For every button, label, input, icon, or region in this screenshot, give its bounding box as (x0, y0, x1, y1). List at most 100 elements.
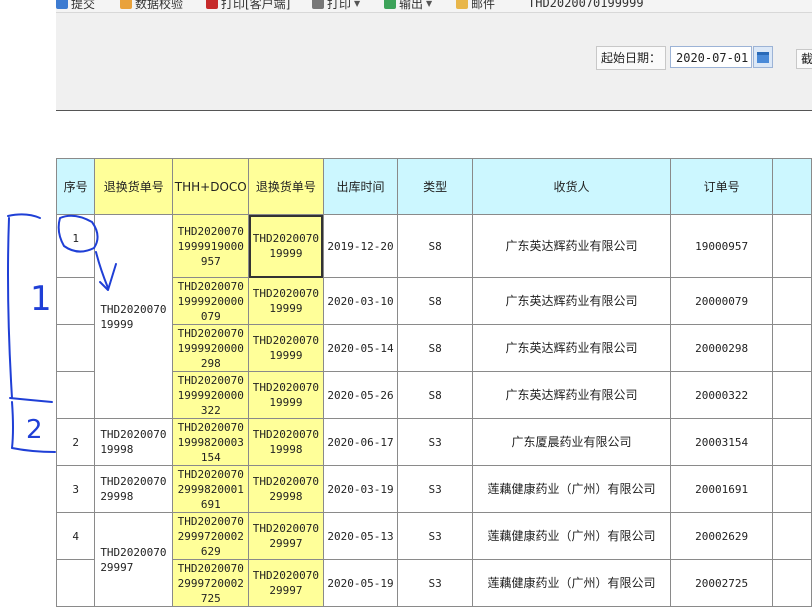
return-no-2-text: THD202007019999 (252, 334, 320, 362)
doco-cell[interactable]: THD20200701999919000957 (172, 214, 250, 278)
type-cell[interactable]: S8 (397, 214, 473, 278)
type-cell[interactable]: S8 (397, 324, 473, 372)
col-header-receiver[interactable]: 收货人 (471, 158, 672, 215)
seq-cell[interactable] (56, 324, 96, 372)
col-header-return-no-2[interactable]: 退换货单号 (248, 158, 324, 215)
chevron-down-icon: ▼ (426, 0, 433, 8)
return-no-cell[interactable]: THD202007019998 (94, 418, 174, 466)
end-date-label: 截 (796, 49, 812, 69)
ship-time-cell[interactable]: 2020-06-17 (322, 418, 399, 466)
order-no-cell[interactable]: 20000322 (670, 371, 773, 419)
extra-cell (771, 277, 812, 325)
print-client-button[interactable]: 打印[客户端] (206, 0, 290, 12)
annotation-mark-1: 1 (30, 279, 52, 319)
seq-cell[interactable]: 4 (56, 512, 96, 560)
seq-cell[interactable] (56, 277, 96, 325)
return-no-2-cell[interactable]: THD202007029997 (248, 559, 324, 607)
submit-button[interactable]: 提交 (56, 0, 95, 12)
ship-time-cell[interactable]: 2020-05-26 (322, 371, 399, 419)
ship-time-cell[interactable]: 2020-03-10 (322, 277, 399, 325)
doco-text: THD20200701999820003154 (177, 420, 244, 464)
receiver-cell[interactable]: 莲藕健康药业（广州）有限公司 (471, 465, 672, 513)
ship-time-cell[interactable]: 2020-05-13 (322, 512, 399, 560)
return-no-cell[interactable]: THD202007029998 (94, 465, 174, 513)
doco-text: THD20200701999920000298 (177, 326, 244, 370)
doco-cell[interactable]: THD20200701999920000079 (172, 277, 250, 325)
type-cell[interactable]: S8 (397, 277, 473, 325)
doco-text: THD20200702999720002629 (177, 514, 244, 558)
return-no-2-text: THD202007029997 (252, 522, 320, 550)
return-no-2-text: THD202007019999 (252, 381, 320, 409)
col-header-return-no[interactable]: 退换货单号 (94, 158, 174, 215)
order-no-cell[interactable]: 19000957 (670, 214, 773, 278)
type-cell[interactable]: S3 (397, 418, 473, 466)
calendar-button[interactable] (753, 46, 773, 68)
return-no-cell[interactable]: THD202007029997 (94, 512, 174, 607)
order-no-cell[interactable]: 20002629 (670, 512, 773, 560)
ship-time-cell[interactable]: 2020-03-19 (322, 465, 399, 513)
type-cell[interactable]: S8 (397, 371, 473, 419)
col-header-seq[interactable]: 序号 (56, 158, 96, 215)
return-no-2-cell[interactable]: THD202007019998 (248, 418, 324, 466)
printer-icon (312, 0, 324, 9)
calendar-icon (757, 51, 769, 63)
return-no-2-cell[interactable]: THD202007019999 (248, 277, 324, 325)
doco-text: THD20200701999920000079 (177, 279, 244, 323)
col-header-order-no[interactable]: 订单号 (670, 158, 773, 215)
receiver-cell[interactable]: 广东厦晨药业有限公司 (471, 418, 672, 466)
toolbar: 提交 数据校验 打印[客户端] 打印 ▼ 输出 ▼ 邮件 THD20200701… (56, 0, 812, 13)
receiver-cell[interactable]: 广东英达辉药业有限公司 (471, 214, 672, 278)
doco-cell[interactable]: THD20200702999720002725 (172, 559, 250, 607)
order-no-cell[interactable]: 20001691 (670, 465, 773, 513)
doco-cell[interactable]: THD20200701999920000322 (172, 371, 250, 419)
order-no-cell[interactable]: 20000079 (670, 277, 773, 325)
start-date-input[interactable]: 2020-07-01 (670, 46, 752, 68)
return-no-2-text: THD202007019999 (252, 232, 320, 260)
doco-cell[interactable]: THD20200701999820003154 (172, 418, 250, 466)
return-no-2-cell[interactable]: THD202007019999 (248, 371, 324, 419)
validate-button[interactable]: 数据校验 (120, 0, 183, 12)
start-date-label: 起始日期： (596, 46, 667, 70)
col-header-type[interactable]: 类型 (397, 158, 473, 215)
type-cell[interactable]: S3 (397, 465, 473, 513)
doco-cell[interactable]: THD20200701999920000298 (172, 324, 250, 372)
export-button[interactable]: 输出 ▼ (384, 0, 432, 12)
type-cell[interactable]: S3 (397, 559, 473, 607)
table-row: 3 THD202007029998 THD2020070299982000169… (56, 465, 812, 513)
order-no-cell[interactable]: 20002725 (670, 559, 773, 607)
col-header-thh-doco[interactable]: THH+DOCO (172, 158, 250, 215)
doco-text: THD20200702999820001691 (177, 467, 244, 511)
doco-cell[interactable]: THD20200702999820001691 (172, 465, 250, 513)
mail-button[interactable]: 邮件 (456, 0, 495, 12)
bracket-stroke (9, 397, 53, 403)
return-no-2-cell[interactable]: THD202007019999 (248, 324, 324, 372)
receiver-cell[interactable]: 莲藕健康药业（广州）有限公司 (471, 559, 672, 607)
col-header-ship-time[interactable]: 出库时间 (322, 158, 399, 215)
print-button[interactable]: 打印 ▼ (312, 0, 360, 12)
ship-time-cell[interactable]: 2020-05-19 (322, 559, 399, 607)
receiver-cell[interactable]: 广东英达辉药业有限公司 (471, 324, 672, 372)
ship-time-cell[interactable]: 2019-12-20 (322, 214, 399, 278)
extra-cell (771, 371, 812, 419)
return-no-2-cell[interactable]: THD202007029997 (248, 512, 324, 560)
header-row: 序号 退换货单号 THH+DOCO 退换货单号 出库时间 类型 收货人 订单号 (56, 158, 812, 215)
ship-time-cell[interactable]: 2020-05-14 (322, 324, 399, 372)
return-no-2-cell[interactable]: THD202007019999 (248, 214, 324, 278)
return-no-2-cell[interactable]: THD202007029998 (248, 465, 324, 513)
order-no-cell[interactable]: 20000298 (670, 324, 773, 372)
extra-cell (771, 512, 812, 560)
chevron-down-icon: ▼ (354, 0, 361, 8)
seq-cell[interactable]: 2 (56, 418, 96, 466)
seq-cell[interactable]: 3 (56, 465, 96, 513)
extra-cell (771, 559, 812, 607)
seq-cell[interactable]: 1 (56, 214, 96, 278)
seq-cell[interactable] (56, 559, 96, 607)
doco-cell[interactable]: THD20200702999720002629 (172, 512, 250, 560)
return-no-cell[interactable]: THD202007019999 (94, 214, 174, 419)
seq-cell[interactable] (56, 371, 96, 419)
receiver-cell[interactable]: 广东英达辉药业有限公司 (471, 277, 672, 325)
receiver-cell[interactable]: 广东英达辉药业有限公司 (471, 371, 672, 419)
order-no-cell[interactable]: 20003154 (670, 418, 773, 466)
receiver-cell[interactable]: 莲藕健康药业（广州）有限公司 (471, 512, 672, 560)
type-cell[interactable]: S3 (397, 512, 473, 560)
